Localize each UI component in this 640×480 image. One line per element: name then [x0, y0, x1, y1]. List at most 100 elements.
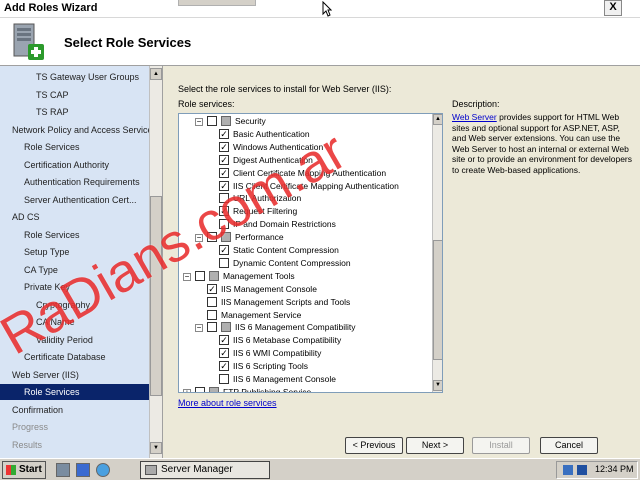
sidebar-item[interactable]: Certificate Database — [24, 349, 106, 365]
clock[interactable]: 12:34 PM — [595, 464, 634, 474]
tree-row[interactable]: + FTP Publishing Service — [179, 386, 431, 392]
checkbox-checked-icon[interactable]: ✓ — [219, 180, 229, 191]
checkbox-unchecked-icon[interactable] — [219, 219, 229, 230]
checkbox-checked-icon[interactable]: ✓ — [219, 154, 229, 165]
tree-row[interactable]: ✓ Windows Authentication — [179, 141, 431, 154]
tree-scrollbar[interactable]: ▲ ▼ — [432, 114, 442, 392]
sidebar-item[interactable]: Setup Type — [24, 244, 69, 260]
sidebar-item[interactable]: Progress — [12, 419, 48, 435]
more-about-role-services-link[interactable]: More about role services — [178, 398, 277, 408]
checkbox-unchecked-icon[interactable] — [195, 386, 205, 392]
wizard-step-list: TS Gateway User Groups TS CAP TS RAP Networ… — [0, 66, 163, 458]
volume-icon[interactable] — [577, 465, 587, 475]
sidebar-item[interactable]: TS Gateway User Groups — [36, 69, 139, 85]
checkbox-checked-icon[interactable]: ✓ — [219, 335, 229, 346]
sidebar-item[interactable]: Role Services — [24, 227, 80, 243]
sidebar-item[interactable]: Results — [12, 437, 42, 453]
sidebar-item[interactable]: Role Services — [24, 139, 80, 155]
next-button[interactable]: Next > — [406, 437, 464, 454]
sidebar-item[interactable]: Cryptography — [36, 297, 90, 313]
checkbox-unchecked-icon[interactable] — [219, 257, 229, 268]
web-server-link[interactable]: Web Server — [452, 112, 497, 122]
tree-row[interactable]: IIS Management Scripts and Tools — [179, 296, 431, 309]
sidebar-item[interactable]: Private Key — [24, 279, 70, 295]
checkbox-checked-icon[interactable]: ✓ — [219, 167, 229, 178]
previous-button[interactable]: < Previous — [345, 437, 403, 454]
role-services-tree[interactable]: − Security ✓ Basic Authentication ✓ Windows A… — [178, 113, 443, 393]
checkbox-unchecked-icon[interactable] — [207, 322, 217, 333]
tree-row[interactable]: ✓ IIS 6 WMI Compatibility — [179, 347, 431, 360]
start-button[interactable]: Start — [2, 461, 46, 479]
tree-row[interactable]: ✓ IIS Management Console — [179, 283, 431, 296]
tree-row[interactable]: URL Authorization — [179, 192, 431, 205]
expand-icon[interactable]: + — [183, 388, 191, 392]
tree-scroll-thumb[interactable] — [433, 240, 442, 360]
install-button[interactable]: Install — [472, 437, 530, 454]
checkbox-checked-icon[interactable]: ✓ — [219, 206, 229, 217]
tree-scroll-up-icon[interactable]: ▲ — [433, 114, 442, 125]
tree-row[interactable]: ✓ IIS 6 Scripting Tools — [179, 360, 431, 373]
collapse-icon[interactable]: − — [183, 272, 191, 281]
sidebar-item[interactable]: Confirmation — [12, 402, 63, 418]
tree-row[interactable]: Management Service — [179, 309, 431, 322]
sidebar-item[interactable]: Role Services — [0, 384, 149, 400]
close-button[interactable]: X — [604, 0, 622, 16]
checkbox-checked-icon[interactable]: ✓ — [207, 283, 217, 294]
tree-scroll-down-icon[interactable]: ▼ — [433, 380, 442, 391]
checkbox-unchecked-icon[interactable] — [207, 296, 217, 307]
checkbox-unchecked-icon[interactable] — [207, 116, 217, 126]
tree-row[interactable]: − IIS 6 Management Compatibility — [179, 321, 431, 334]
tree-row[interactable]: − Security — [179, 115, 431, 128]
cancel-button[interactable]: Cancel — [540, 437, 598, 454]
checkbox-unchecked-icon[interactable] — [219, 193, 229, 204]
sidebar-item[interactable]: Web Server (IIS) — [12, 367, 79, 383]
collapse-icon[interactable]: − — [195, 324, 203, 333]
collapse-icon[interactable]: − — [195, 118, 203, 126]
step-list-scrollbar[interactable]: ▲ ▼ — [149, 66, 162, 458]
checkbox-checked-icon[interactable]: ✓ — [219, 141, 229, 152]
server-manager-quicklaunch-icon[interactable] — [56, 463, 70, 477]
sidebar-item[interactable]: Validity Period — [36, 332, 93, 348]
checkbox-unchecked-icon[interactable] — [207, 232, 217, 243]
tree-row[interactable]: ✓ Basic Authentication — [179, 128, 431, 141]
network-icon[interactable] — [563, 465, 573, 475]
tree-row[interactable]: IP and Domain Restrictions — [179, 218, 431, 231]
checkbox-checked-icon[interactable]: ✓ — [219, 361, 229, 372]
scroll-down-icon[interactable]: ▼ — [150, 442, 162, 454]
internet-explorer-icon[interactable] — [96, 463, 110, 477]
show-desktop-icon[interactable] — [76, 463, 90, 477]
sidebar-item[interactable]: Server Authentication Cert... — [24, 192, 137, 208]
tree-row[interactable]: ✓ IIS Client Certificate Mapping Authenti… — [179, 180, 431, 193]
tree-row[interactable]: − Management Tools — [179, 270, 431, 283]
checkbox-unchecked-icon[interactable] — [195, 270, 205, 281]
sidebar-item[interactable]: Certification Authority — [24, 157, 109, 173]
scroll-up-icon[interactable]: ▲ — [150, 68, 162, 80]
server-add-icon — [13, 23, 44, 60]
checkbox-unchecked-icon[interactable] — [207, 309, 217, 320]
tree-row[interactable]: ✓ Digest Authentication — [179, 154, 431, 167]
scroll-thumb[interactable] — [150, 196, 162, 396]
tree-row[interactable]: IIS 6 Management Console — [179, 373, 431, 386]
checkbox-checked-icon[interactable]: ✓ — [219, 348, 229, 359]
instruction-text: Select the role services to install for … — [178, 84, 392, 94]
taskbar-server-manager[interactable]: Server Manager — [140, 461, 270, 479]
sidebar-item[interactable]: CA Name — [36, 314, 75, 330]
collapse-icon[interactable]: − — [195, 234, 203, 243]
sidebar-item[interactable]: TS CAP — [36, 87, 69, 103]
checkbox-checked-icon[interactable]: ✓ — [219, 128, 229, 139]
feature-group-icon — [209, 386, 219, 392]
tree-row[interactable]: ✓ IIS 6 Metabase Compatibility — [179, 334, 431, 347]
tree-row[interactable]: ✓ Request Filtering — [179, 205, 431, 218]
tree-row[interactable]: ✓ Static Content Compression — [179, 244, 431, 257]
sidebar-item[interactable]: AD CS — [12, 209, 40, 225]
tree-row-label: Request Filtering — [233, 206, 298, 217]
tree-row[interactable]: − Performance — [179, 231, 431, 244]
sidebar-item[interactable]: Authentication Requirements — [24, 174, 140, 190]
checkbox-unchecked-icon[interactable] — [219, 374, 229, 384]
tree-row[interactable]: ✓ Client Certificate Mapping Authenticati… — [179, 167, 431, 180]
checkbox-checked-icon[interactable]: ✓ — [219, 245, 229, 255]
sidebar-item[interactable]: Network Policy and Access Services — [12, 122, 157, 138]
tree-row[interactable]: Dynamic Content Compression — [179, 257, 431, 270]
sidebar-item[interactable]: CA Type — [24, 262, 58, 278]
sidebar-item[interactable]: TS RAP — [36, 104, 69, 120]
